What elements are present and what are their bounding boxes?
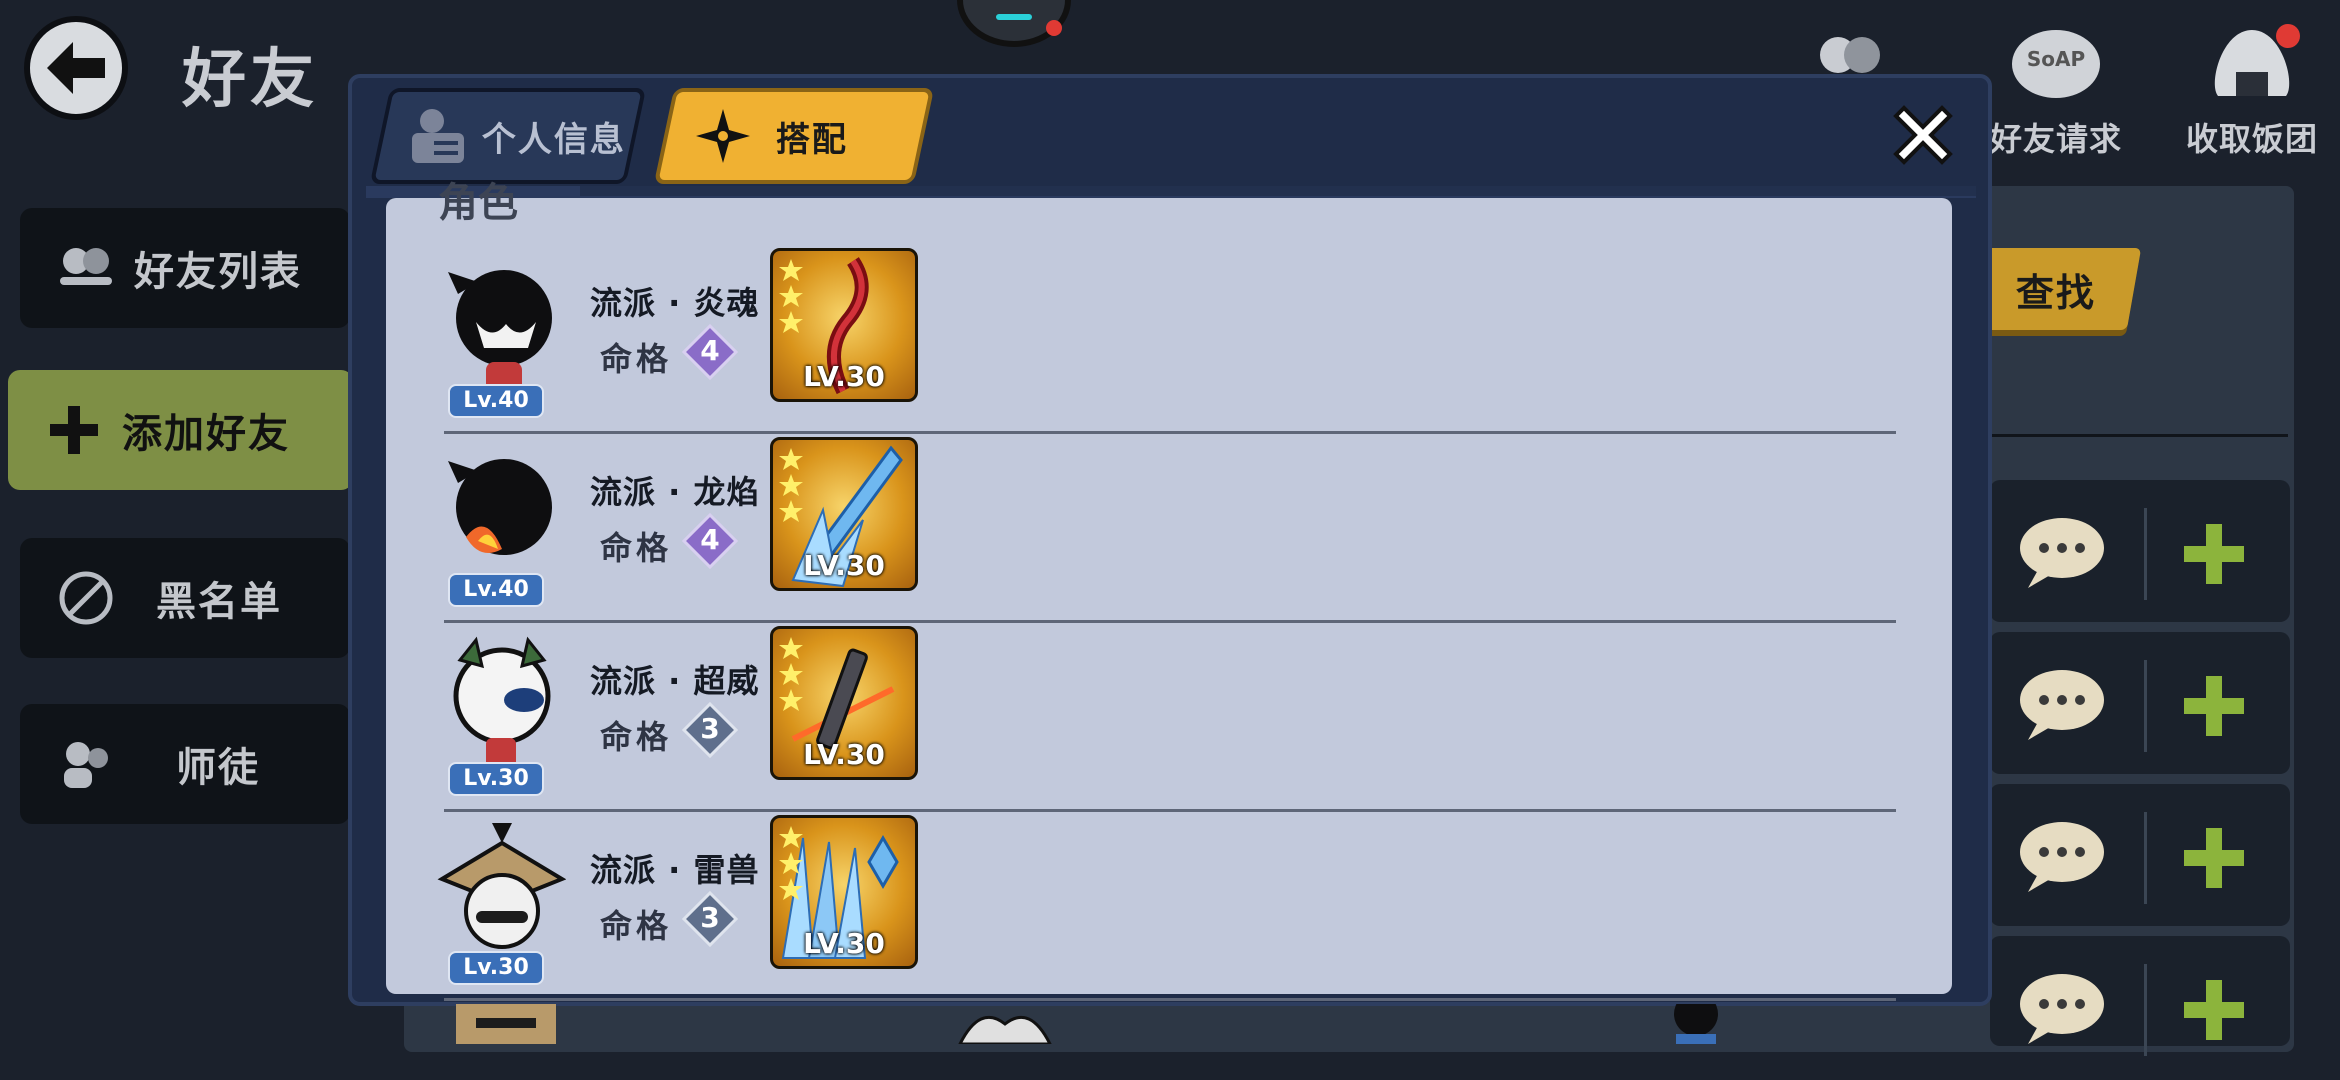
mingge-label: 命格 bbox=[600, 340, 673, 378]
tab-label: 个人信息 bbox=[482, 119, 626, 160]
peek-avatar-icon bbox=[1674, 1004, 1718, 1044]
character-avatar-icon bbox=[448, 459, 552, 555]
character-row[interactable]: Lv.30 流派 · 雷兽 命格 3 LV.30 bbox=[436, 815, 1896, 1001]
friends-icon bbox=[56, 238, 116, 298]
character-row[interactable]: Lv.40 流派 · 炎魂 命格 4 LV.30 bbox=[436, 248, 1896, 434]
divider bbox=[1990, 434, 2288, 437]
svg-text:SoAP: SoAP bbox=[2027, 47, 2085, 71]
plus-icon bbox=[44, 400, 104, 460]
mingge-label: 命格 bbox=[600, 907, 673, 945]
mingge-label: 命格 bbox=[600, 718, 673, 756]
character-avatar-icon bbox=[453, 636, 551, 768]
star-rating-icon bbox=[779, 826, 803, 900]
profile-card-icon bbox=[412, 109, 464, 163]
close-icon[interactable] bbox=[1886, 98, 1960, 172]
mingge-badge: 3 bbox=[681, 890, 739, 948]
school-label: 流派 · 炎魂 bbox=[590, 284, 760, 322]
weapon-slot[interactable]: LV.30 bbox=[770, 437, 918, 591]
sidebar-item-label: 好友列表 bbox=[134, 249, 302, 295]
weapon-slot[interactable]: LV.30 bbox=[770, 248, 918, 402]
weapon-level: LV.30 bbox=[803, 738, 885, 771]
tab-loadout[interactable]: 搭配 bbox=[653, 88, 935, 184]
camera-notch-icon bbox=[957, 0, 1071, 47]
mingge-value: 4 bbox=[700, 523, 720, 556]
character-row[interactable]: Lv.40 流派 · 龙焰 命格 4 LV.30 bbox=[436, 437, 1896, 623]
divider bbox=[444, 809, 1896, 812]
school-label: 流派 · 雷兽 bbox=[590, 851, 760, 889]
divider bbox=[2144, 964, 2147, 1056]
star-rating-icon bbox=[779, 448, 803, 522]
section-header-bar bbox=[580, 186, 1976, 196]
soap-bubble-icon: SoAP bbox=[2012, 30, 2100, 98]
plus-icon[interactable] bbox=[2180, 672, 2248, 740]
search-button-label: 查找 bbox=[2015, 270, 2096, 315]
weapon-slot[interactable]: LV.30 bbox=[770, 815, 918, 969]
collect-riceballs-label: 收取饭团 bbox=[2186, 120, 2319, 158]
sidebar-item-mentor[interactable]: 师徒 bbox=[20, 704, 350, 824]
mingge-badge: 4 bbox=[681, 512, 739, 570]
weapon-level: LV.30 bbox=[803, 549, 885, 582]
star-rating-icon bbox=[779, 637, 803, 711]
plus-icon[interactable] bbox=[2180, 976, 2248, 1044]
peek-avatar-icon bbox=[958, 1015, 1052, 1044]
weapon-slot[interactable]: LV.30 bbox=[770, 626, 918, 780]
sidebar-item-friend-list[interactable]: 好友列表 bbox=[20, 208, 350, 328]
friend-requests-button[interactable]: SoAP 好友请求 bbox=[1990, 24, 2122, 160]
chat-bubble-icon[interactable] bbox=[2018, 516, 2106, 590]
divider bbox=[444, 431, 1896, 434]
block-icon bbox=[56, 568, 116, 628]
mingge-label: 命格 bbox=[600, 529, 673, 567]
level-badge: Lv.40 bbox=[448, 573, 544, 607]
sidebar-item-label: 添加好友 bbox=[122, 411, 290, 457]
character-avatar-icon bbox=[437, 823, 566, 949]
mingge-value: 3 bbox=[700, 712, 720, 745]
star-rating-icon bbox=[779, 259, 803, 333]
search-button[interactable]: 查找 bbox=[1970, 248, 2142, 330]
school-label: 流派 · 龙焰 bbox=[590, 473, 760, 511]
divider bbox=[2144, 812, 2147, 904]
mingge-value: 3 bbox=[700, 901, 720, 934]
collect-riceballs-button[interactable]: 收取饭团 bbox=[2186, 24, 2318, 160]
divider bbox=[2144, 508, 2147, 600]
school-label: 流派 · 超威 bbox=[590, 662, 760, 700]
weapon-level: LV.30 bbox=[803, 927, 885, 960]
sidebar-item-label: 黑名单 bbox=[156, 579, 282, 625]
chat-bubble-icon[interactable] bbox=[2018, 820, 2106, 894]
level-badge: Lv.40 bbox=[448, 384, 544, 418]
character-avatar-icon bbox=[448, 270, 552, 392]
sidebar-item-blacklist[interactable]: 黑名单 bbox=[20, 538, 350, 658]
character-row[interactable]: Lv.30 流派 · 超威 命格 3 LV.30 bbox=[436, 626, 1896, 812]
divider bbox=[2144, 660, 2147, 752]
friend-requests-label: 好友请求 bbox=[1990, 120, 2123, 158]
back-button[interactable] bbox=[24, 16, 128, 120]
tab-label: 搭配 bbox=[776, 119, 848, 160]
mingge-badge: 4 bbox=[681, 323, 739, 381]
weapon-level: LV.30 bbox=[803, 360, 885, 393]
mentor-icon bbox=[56, 734, 116, 794]
rice-ball-icon bbox=[2214, 24, 2300, 96]
divider bbox=[444, 620, 1896, 623]
shuriken-icon bbox=[696, 109, 750, 163]
level-badge: Lv.30 bbox=[448, 951, 544, 985]
section-title: 角色 bbox=[438, 180, 518, 226]
sidebar-item-add-friend[interactable]: 添加好友 bbox=[8, 370, 353, 490]
divider bbox=[444, 998, 1896, 1001]
mingge-badge: 3 bbox=[681, 701, 739, 759]
sidebar-item-label: 师徒 bbox=[176, 745, 260, 791]
arrow-left-icon bbox=[47, 42, 105, 94]
plus-icon[interactable] bbox=[2180, 520, 2248, 588]
level-badge: Lv.30 bbox=[448, 762, 544, 796]
chat-bubble-icon[interactable] bbox=[2018, 668, 2106, 742]
chat-bubble-icon[interactable] bbox=[2018, 972, 2106, 1046]
page-title: 好友 bbox=[182, 43, 318, 117]
mingge-value: 4 bbox=[700, 334, 720, 367]
plus-icon[interactable] bbox=[2180, 824, 2248, 892]
peek-avatar-icon bbox=[456, 1004, 556, 1044]
